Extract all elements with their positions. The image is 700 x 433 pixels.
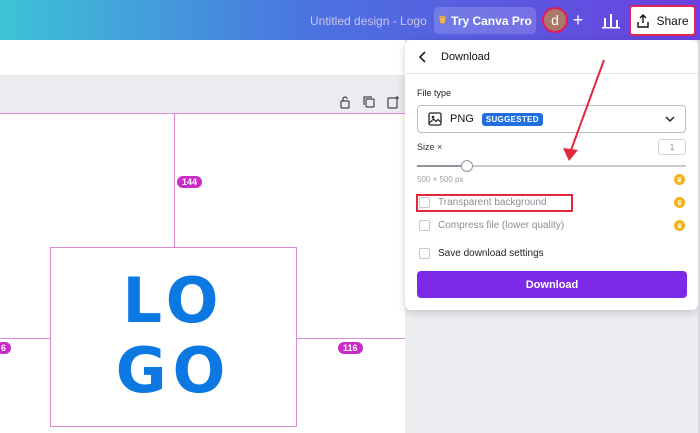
annotation-arrow-icon <box>563 59 605 161</box>
save-settings-option[interactable]: Save download settings <box>419 248 544 259</box>
duplicate-icon[interactable] <box>362 95 376 109</box>
download-button[interactable]: Download <box>417 271 687 298</box>
crown-icon: ♛ <box>674 220 685 231</box>
canvas-tools <box>338 95 400 109</box>
download-panel: Download File type PNG SUGGESTED Size × … <box>405 40 698 310</box>
compress-file-option[interactable]: Compress file (lower quality) <box>419 220 564 231</box>
share-label: Share <box>656 13 689 28</box>
panel-header: Download <box>405 40 698 74</box>
share-icon <box>637 13 650 28</box>
save-settings-checkbox[interactable] <box>419 248 430 259</box>
logo-text-line1: LO <box>122 264 225 337</box>
crown-icon: ♛ <box>674 197 685 208</box>
avatar[interactable]: d <box>542 7 568 33</box>
try-pro-label: Try Canva Pro <box>451 13 532 28</box>
spacing-badge-top: 144 <box>177 176 203 188</box>
save-settings-label: Save download settings <box>438 248 544 259</box>
share-button[interactable]: Share <box>629 5 696 36</box>
spacing-badge-right: 116 <box>338 342 363 354</box>
try-canva-pro-button[interactable]: ♛ Try Canva Pro <box>434 7 536 34</box>
logo-text-line2: GO <box>115 334 232 407</box>
file-type-value: PNG <box>450 113 474 125</box>
editor-toolbar <box>0 40 405 76</box>
stats-icon[interactable] <box>600 10 622 30</box>
spacing-guide-vertical <box>174 114 175 247</box>
chevron-down-icon <box>665 116 675 123</box>
size-px-text: 500 × 500 px <box>417 175 464 184</box>
panel-title: Download <box>441 50 490 63</box>
compress-file-label: Compress file (lower quality) <box>438 220 565 231</box>
crown-icon: ♛ <box>438 15 448 26</box>
plus-icon[interactable]: + <box>570 8 586 32</box>
image-icon <box>428 112 442 126</box>
file-type-select[interactable]: PNG SUGGESTED <box>417 105 686 133</box>
spacing-guide-left <box>0 338 50 339</box>
crown-icon: ♛ <box>674 174 685 185</box>
lock-icon[interactable] <box>338 95 352 109</box>
logo-element[interactable]: LO GO <box>50 247 297 427</box>
suggested-badge: SUGGESTED <box>481 112 543 126</box>
annotation-highlight <box>416 194 573 212</box>
back-icon[interactable] <box>417 50 429 63</box>
spacing-guide-right <box>297 338 405 339</box>
top-bar: Untitled design - Logo ♛ Try Canva Pro d… <box>0 0 700 40</box>
size-slider-track[interactable] <box>417 165 686 167</box>
canvas-guide-top <box>0 113 405 114</box>
size-label: Size × <box>417 142 443 152</box>
size-slider-thumb[interactable] <box>461 160 473 172</box>
design-title[interactable]: Untitled design - Logo <box>310 14 427 28</box>
compress-file-checkbox[interactable] <box>419 220 430 231</box>
size-input[interactable]: 1 <box>658 139 686 155</box>
file-type-label: File type <box>417 88 452 98</box>
add-page-icon[interactable] <box>386 95 400 109</box>
